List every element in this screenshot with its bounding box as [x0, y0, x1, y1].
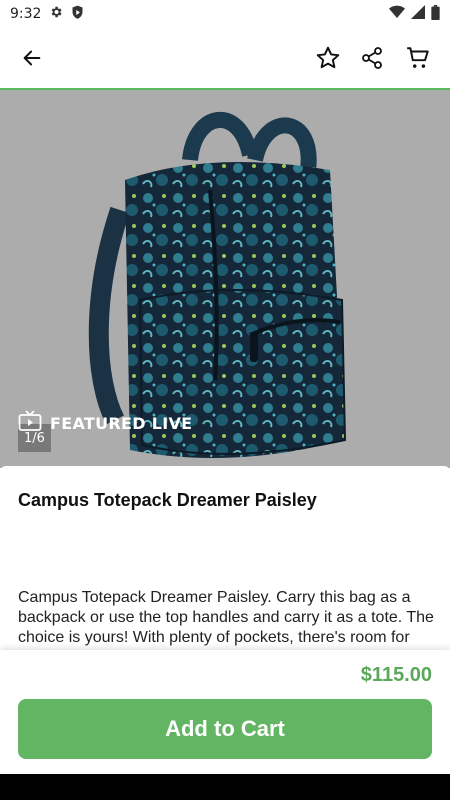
purchase-bar: $115.00 Add to Cart — [0, 650, 450, 774]
product-description: Campus Totepack Dreamer Paisley. Carry t… — [18, 589, 434, 656]
product-price: $115.00 — [360, 664, 432, 686]
cart-icon[interactable] — [398, 38, 438, 78]
app-bar — [0, 28, 450, 88]
status-time: 9:32 — [10, 6, 42, 22]
system-nav-bar — [0, 774, 450, 800]
star-icon[interactable] — [308, 38, 348, 78]
shield-play-icon — [71, 5, 84, 24]
product-title: Campus Totepack Dreamer Paisley — [18, 490, 317, 510]
featured-live-badge[interactable]: FEATURED LIVE — [18, 410, 192, 436]
add-to-cart-button[interactable]: Add to Cart — [18, 699, 432, 759]
share-icon[interactable] — [352, 38, 392, 78]
status-bar: 9:32 — [0, 0, 450, 28]
featured-live-label: FEATURED LIVE — [50, 413, 193, 433]
back-arrow-icon[interactable] — [12, 38, 52, 78]
product-info-sheet: Campus Totepack Dreamer Paisley Campus T… — [0, 466, 450, 656]
tv-play-icon — [18, 410, 42, 436]
wifi-icon — [389, 5, 405, 23]
signal-icon — [411, 5, 425, 23]
battery-icon — [431, 4, 440, 24]
gear-icon — [49, 5, 63, 23]
